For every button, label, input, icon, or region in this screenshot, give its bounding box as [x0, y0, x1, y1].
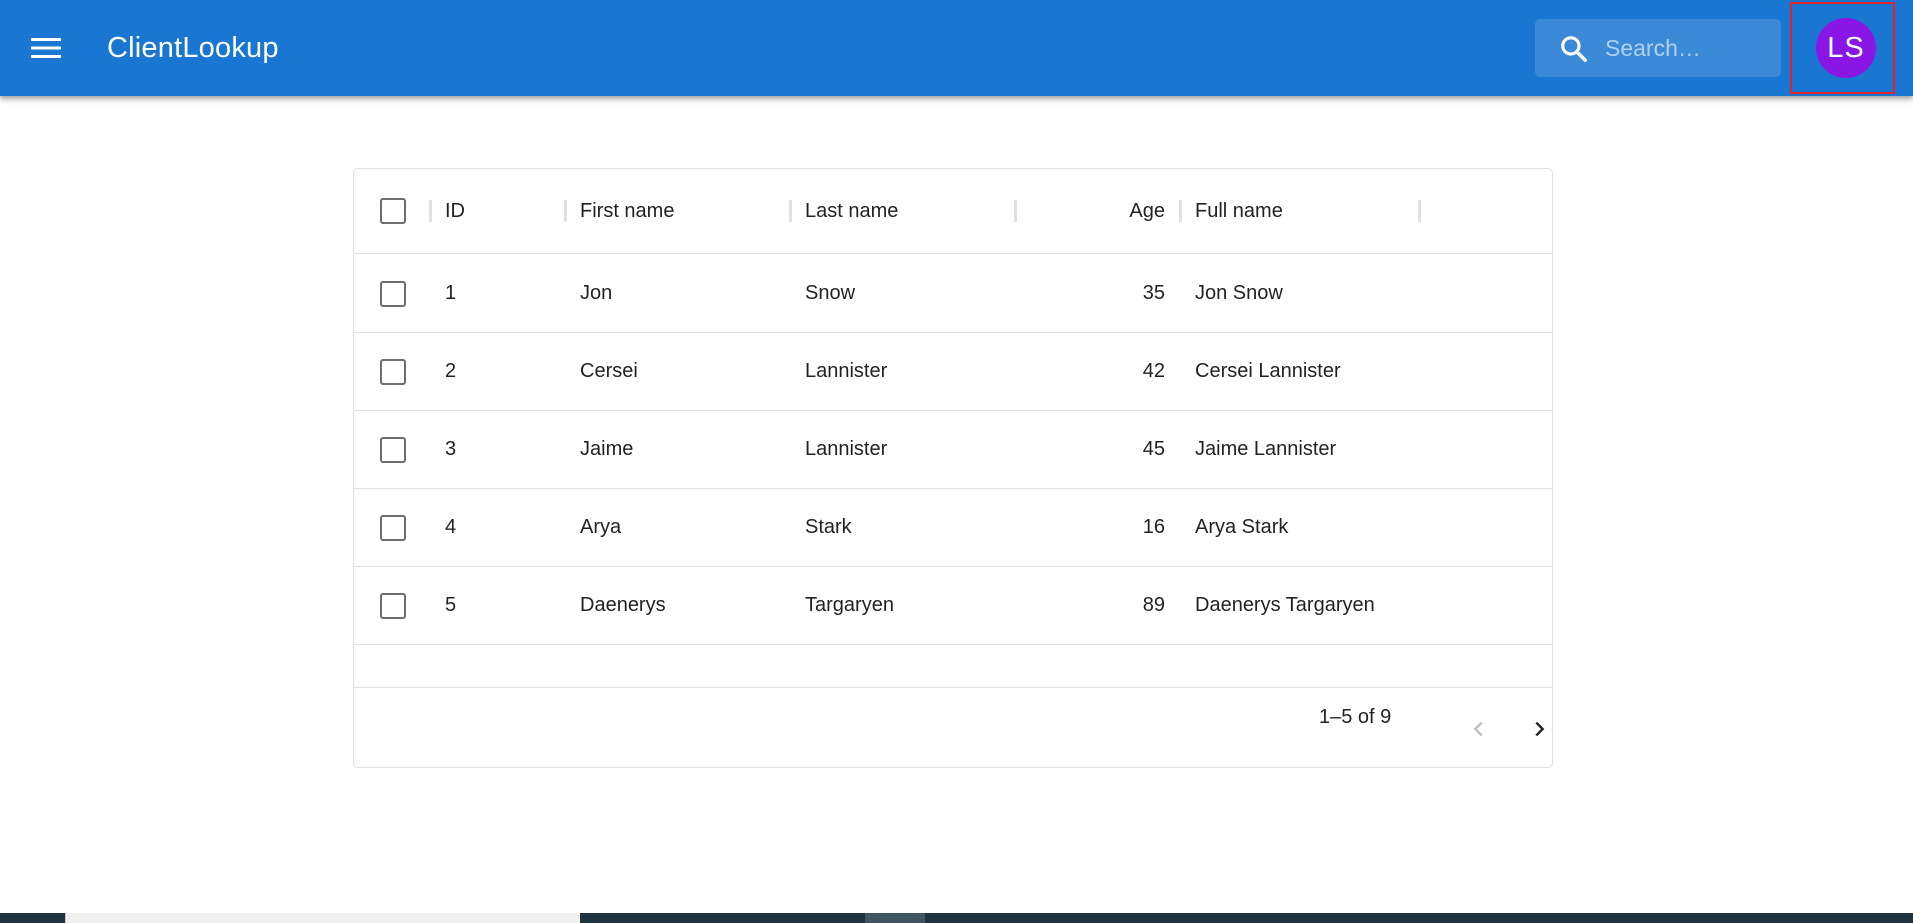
search-icon	[1561, 36, 1587, 62]
table-row[interactable]: 5 Daenerys Targaryen 89 Daenerys Targary…	[354, 567, 1552, 645]
cell-id: 3	[445, 438, 457, 460]
row-checkbox[interactable]	[380, 437, 406, 463]
taskbar-item[interactable]	[865, 913, 925, 923]
menu-button[interactable]	[22, 24, 70, 72]
cell-first-name: Cersei	[580, 360, 638, 382]
cell-id: 4	[445, 516, 457, 538]
row-checkbox[interactable]	[380, 593, 406, 619]
column-header-first-name[interactable]: First name	[580, 169, 674, 253]
cell-first-name: Jaime	[580, 438, 634, 460]
cell-full-name: Arya Stark	[1195, 516, 1289, 538]
select-all-checkbox[interactable]	[380, 198, 406, 224]
search-box[interactable]	[1535, 19, 1781, 77]
pagination-label: 1–5 of 9	[1319, 705, 1392, 728]
column-header-age[interactable]: Age	[1030, 169, 1165, 253]
table-row[interactable]: 4 Arya Stark 16 Arya Stark	[354, 489, 1552, 567]
cell-last-name: Stark	[805, 516, 852, 538]
column-separator[interactable]	[1179, 200, 1182, 222]
column-header-id[interactable]: ID	[445, 169, 465, 253]
table-row[interactable]: 2 Cersei Lannister 42 Cersei Lannister	[354, 333, 1552, 411]
cell-first-name: Jon	[580, 282, 613, 304]
cell-age: 45	[1142, 438, 1165, 460]
column-header-last-name[interactable]: Last name	[805, 169, 898, 253]
cell-age: 42	[1142, 360, 1165, 382]
cell-id: 2	[445, 360, 457, 382]
table-row[interactable]: 1 Jon Snow 35 Jon Snow	[354, 255, 1552, 333]
app-title: ClientLookup	[107, 32, 279, 64]
row-checkbox[interactable]	[380, 281, 406, 307]
previous-page-button[interactable]	[1459, 709, 1499, 749]
chevron-left-icon	[1473, 721, 1483, 737]
grid-footer: 1–5 of 9	[354, 689, 1552, 767]
cell-first-name: Daenerys	[580, 594, 666, 616]
grid-header-row: ID First name Last name Age Full name	[354, 169, 1552, 254]
column-separator[interactable]	[564, 200, 567, 222]
client-data-grid: ID First name Last name Age Full name 1 …	[353, 168, 1553, 768]
cell-last-name: Lannister	[805, 438, 888, 460]
row-checkbox[interactable]	[380, 515, 406, 541]
cell-last-name: Snow	[805, 282, 856, 304]
grid-empty-area	[354, 644, 1552, 688]
column-separator[interactable]	[1418, 200, 1421, 222]
cell-full-name: Jaime Lannister	[1195, 438, 1337, 460]
column-header-full-name[interactable]: Full name	[1195, 169, 1283, 253]
cell-full-name: Jon Snow	[1195, 282, 1283, 304]
chevron-right-icon	[1535, 721, 1545, 737]
column-separator[interactable]	[789, 200, 792, 222]
cell-last-name: Targaryen	[805, 594, 894, 616]
column-separator[interactable]	[1014, 200, 1017, 222]
cell-full-name: Daenerys Targaryen	[1195, 594, 1375, 616]
cell-age: 16	[1142, 516, 1165, 538]
cell-id: 1	[445, 282, 457, 304]
cell-age: 89	[1142, 594, 1165, 616]
next-page-button[interactable]	[1519, 709, 1559, 749]
user-avatar[interactable]: LS	[1816, 18, 1876, 78]
app-bar: ClientLookup LS	[0, 0, 1913, 96]
table-row[interactable]: 3 Jaime Lannister 45 Jaime Lannister	[354, 411, 1552, 489]
cell-full-name: Cersei Lannister	[1195, 360, 1341, 382]
taskbar-item[interactable]	[65, 913, 580, 923]
cell-age: 35	[1142, 282, 1165, 304]
search-input[interactable]	[1605, 19, 1775, 77]
hamburger-menu-icon	[31, 38, 61, 58]
cell-last-name: Lannister	[805, 360, 888, 382]
row-checkbox[interactable]	[380, 359, 406, 385]
column-separator[interactable]	[429, 200, 432, 222]
cell-id: 5	[445, 594, 457, 616]
cell-first-name: Arya	[580, 516, 622, 538]
